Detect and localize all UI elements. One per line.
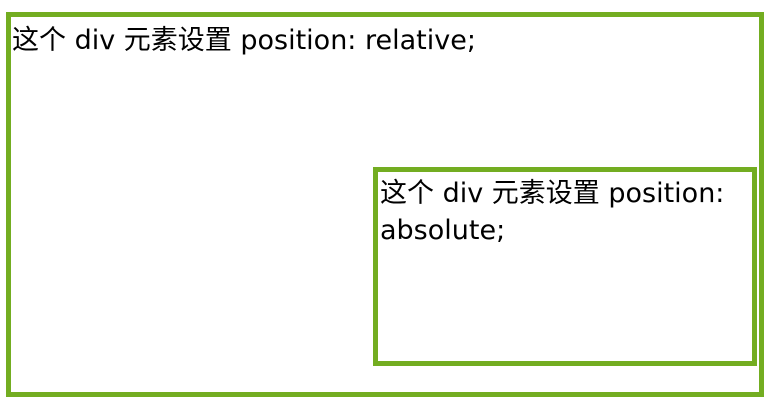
absolute-div-text: 这个 div 元素设置 position: absolute; [380, 178, 725, 246]
relative-div-text: 这个 div 元素设置 position: relative; [12, 25, 476, 56]
absolute-positioned-div: 这个 div 元素设置 position: absolute; [373, 167, 757, 366]
relative-positioned-div: 这个 div 元素设置 position: relative; 这个 div 元… [6, 12, 764, 397]
